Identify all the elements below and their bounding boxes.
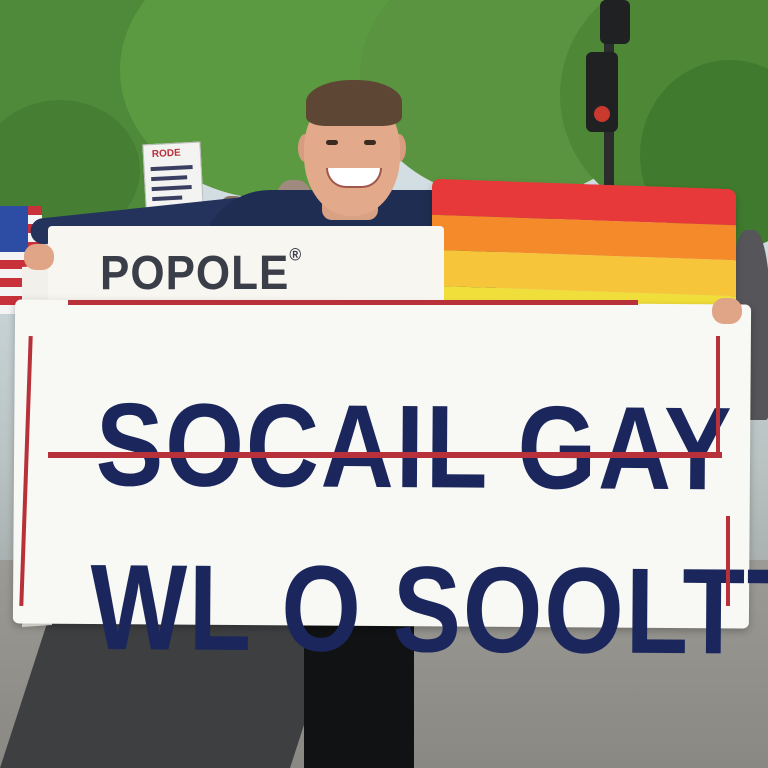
sign-scribble (151, 175, 188, 182)
banner-rule (48, 452, 722, 458)
man-hand (24, 244, 54, 270)
signal-red-light (594, 106, 610, 122)
photo-scene: RODE POPOLE® SOCAIL GAY WL O SOOLTTY (0, 0, 768, 768)
banner-rule (68, 300, 638, 305)
banner-line-2: WL O SOOLTTY (89, 538, 768, 681)
banner-main-panel: SOCAIL GAY WL O SOOLTTY (12, 299, 768, 680)
background-sign-headline: RODE (151, 147, 182, 161)
man-eye (326, 140, 338, 145)
sign-scribble (150, 164, 193, 172)
banner-tab-text: POPOLE (100, 246, 290, 300)
sign-scribble (151, 185, 192, 192)
man-hair (306, 80, 402, 126)
protest-banner: POPOLE® SOCAIL GAY WL O SOOLTTY (12, 226, 768, 680)
banner-line-1: SOCAIL GAY (95, 379, 734, 516)
man-eye (364, 140, 376, 145)
banner-tab-label: POPOLE® (100, 246, 302, 301)
banner-rule (716, 336, 720, 456)
sign-scribble (152, 195, 183, 202)
banner-rule (726, 516, 730, 606)
man-hand (712, 298, 742, 324)
background-protest-sign: RODE (142, 141, 204, 209)
traffic-signal-top (600, 0, 630, 44)
banner-tab-mark: ® (289, 246, 303, 265)
traffic-signal (586, 52, 618, 132)
